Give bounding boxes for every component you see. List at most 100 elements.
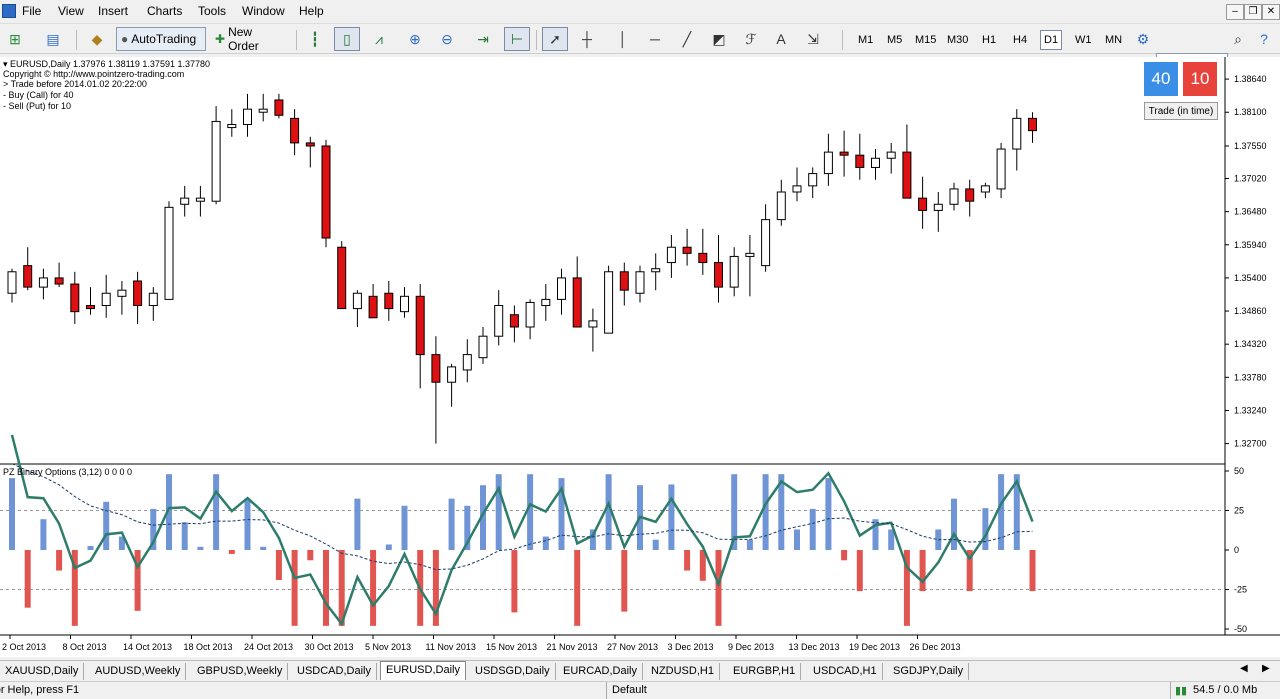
chart-canvas[interactable]: 1.38640 1.38100 1.37550 1.37020 1.36480 1.359… (0, 57, 1280, 657)
minimize-icon[interactable]: – (1226, 4, 1244, 20)
date-tick-label: 3 Dec 2013 (668, 642, 714, 652)
indicator-bar (244, 498, 251, 550)
status-traffic: 54.5 / 0.0 Mb (1193, 684, 1258, 696)
price-tick-label: 1.35940 (1234, 240, 1267, 250)
candle-body (729, 255, 739, 288)
indicator-bar (495, 474, 502, 550)
search-icon[interactable]: ⌕ (1228, 27, 1248, 51)
status-profile: Default (612, 684, 647, 696)
date-tick-label: 14 Oct 2013 (123, 642, 172, 652)
tab-usdcad-h1[interactable]: USDCAD,H1 (808, 663, 883, 680)
tab-eurusd-daily[interactable]: EURUSD,Daily (380, 661, 466, 680)
price-tick-label: 1.36480 (1234, 207, 1267, 217)
timeframe-m1[interactable]: M1 (854, 30, 877, 50)
app-icon[interactable] (2, 4, 16, 18)
timeframe-m30[interactable]: M30 (943, 30, 972, 50)
timeframe-m5[interactable]: M5 (883, 30, 906, 50)
timeframe-mn[interactable]: MN (1101, 30, 1126, 50)
price-tick-label: 1.37020 (1234, 174, 1267, 184)
date-tick-label: 27 Nov 2013 (607, 642, 658, 652)
indicator-bar (103, 501, 110, 550)
indicator-bar (856, 550, 863, 592)
candle-body (70, 283, 80, 313)
crosshair-icon[interactable]: ┼ (574, 27, 600, 51)
candle-body (258, 108, 268, 113)
indicator-tick-label: -25 (1234, 585, 1247, 595)
timeframe-h1[interactable]: H1 (978, 30, 1000, 50)
date-tick-label: 19 Dec 2013 (849, 642, 900, 652)
tab-usdcad-daily[interactable]: USDCAD,Daily (292, 663, 377, 680)
profiles-icon[interactable]: ▤ (40, 27, 66, 51)
tab-xauusd-daily[interactable]: XAUUSD,Daily (0, 663, 85, 680)
candle-body (557, 277, 566, 300)
menu-bar: File View Insert Charts Tools Window Hel… (0, 0, 1280, 24)
zoom-out-icon[interactable]: ⊖ (434, 27, 460, 51)
candle-body (572, 277, 582, 328)
candle-body (808, 173, 818, 187)
date-tick-label: 5 Nov 2013 (365, 642, 411, 652)
tab-usdsgd-daily[interactable]: USDSGD,Daily (470, 663, 556, 680)
chart-shift-icon[interactable]: ⊢ (504, 27, 530, 51)
timeframe-m15[interactable]: M15 (911, 30, 940, 50)
date-tick-label: 24 Oct 2013 (244, 642, 293, 652)
trendline-icon[interactable]: ╱ (674, 27, 700, 51)
tab-nzdusd-h1[interactable]: NZDUSD,H1 (646, 663, 720, 680)
new-chart-icon[interactable]: ⊞ (2, 27, 28, 51)
vertical-line-icon[interactable]: │ (610, 27, 636, 51)
tab-gbpusd-weekly[interactable]: GBPUSD,Weekly (192, 663, 289, 680)
menu-charts[interactable]: Charts (147, 4, 182, 18)
arrows-icon[interactable]: ⇲ (800, 27, 826, 51)
menu-insert[interactable]: Insert (98, 4, 128, 18)
price-tick-label: 1.33780 (1234, 372, 1267, 382)
bar-chart-icon[interactable]: ┇ (302, 27, 328, 51)
tab-eurgbp-h1[interactable]: EURGBP,H1 (728, 663, 802, 680)
autotrading-button[interactable]: ● AutoTrading (116, 27, 206, 51)
cursor-icon[interactable]: ➚ (542, 27, 568, 51)
horizontal-line-icon[interactable]: ─ (642, 27, 668, 51)
menu-file[interactable]: File (22, 4, 41, 18)
candle-body (980, 185, 990, 193)
chart-window[interactable]: 1.38640 1.38100 1.37550 1.37020 1.36480 1.359… (0, 57, 1280, 657)
candle-body (86, 305, 95, 310)
navigator-icon[interactable]: ◆ (84, 27, 110, 51)
timeframe-h4[interactable]: H4 (1009, 30, 1031, 50)
tab-scroll-left-icon[interactable]: ◀ (1240, 663, 1248, 674)
indicator-bar (542, 536, 549, 550)
date-tick-label: 9 Dec 2013 (728, 642, 774, 652)
close-icon[interactable]: ✕ (1262, 4, 1280, 20)
auto-scroll-icon[interactable]: ⇥ (470, 27, 496, 51)
candle-body (541, 298, 551, 307)
new-order-button[interactable]: ✚ New Order (210, 25, 290, 53)
menu-tools[interactable]: Tools (198, 4, 226, 18)
timeframe-d1[interactable]: D1 (1040, 30, 1063, 50)
indicator-bar (401, 505, 408, 550)
candlestick-icon[interactable]: ▯ (334, 27, 360, 51)
tab-scroll-right-icon[interactable]: ▶ (1262, 663, 1270, 674)
candle-body (23, 265, 33, 288)
tab-sgdjpy-daily[interactable]: SGDJPY,Daily (888, 663, 970, 680)
settings-icon[interactable]: ⚙ (1130, 27, 1156, 51)
candle-body (698, 252, 708, 264)
help-icon[interactable]: ? (1252, 27, 1276, 51)
candle-body (38, 277, 48, 288)
put-button[interactable]: 10 (1183, 62, 1217, 96)
text-icon[interactable]: A (768, 27, 794, 51)
indicator-bar (134, 550, 141, 611)
call-button[interactable]: 40 (1144, 62, 1178, 96)
candle-body (714, 262, 723, 288)
separator (296, 30, 297, 50)
zoom-in-icon[interactable]: ⊕ (402, 27, 428, 51)
trade-in-time-button[interactable]: Trade (in time) (1144, 102, 1218, 120)
buy-call-info: - Buy (Call) for 40 (3, 90, 74, 100)
channel-icon[interactable]: ◩ (706, 27, 732, 51)
tab-audusd-weekly[interactable]: AUDUSD,Weekly (90, 663, 187, 680)
line-chart-icon[interactable]: ⩘ (366, 27, 392, 51)
menu-view[interactable]: View (58, 4, 84, 18)
menu-window[interactable]: Window (242, 4, 285, 18)
restore-icon[interactable]: ❐ (1244, 4, 1262, 20)
fibonacci-icon[interactable]: ℱ (738, 27, 764, 51)
timeframe-w1[interactable]: W1 (1071, 30, 1096, 50)
tab-eurcad-daily[interactable]: EURCAD,Daily (558, 663, 643, 680)
menu-help[interactable]: Help (299, 4, 324, 18)
candle-body (243, 108, 252, 126)
